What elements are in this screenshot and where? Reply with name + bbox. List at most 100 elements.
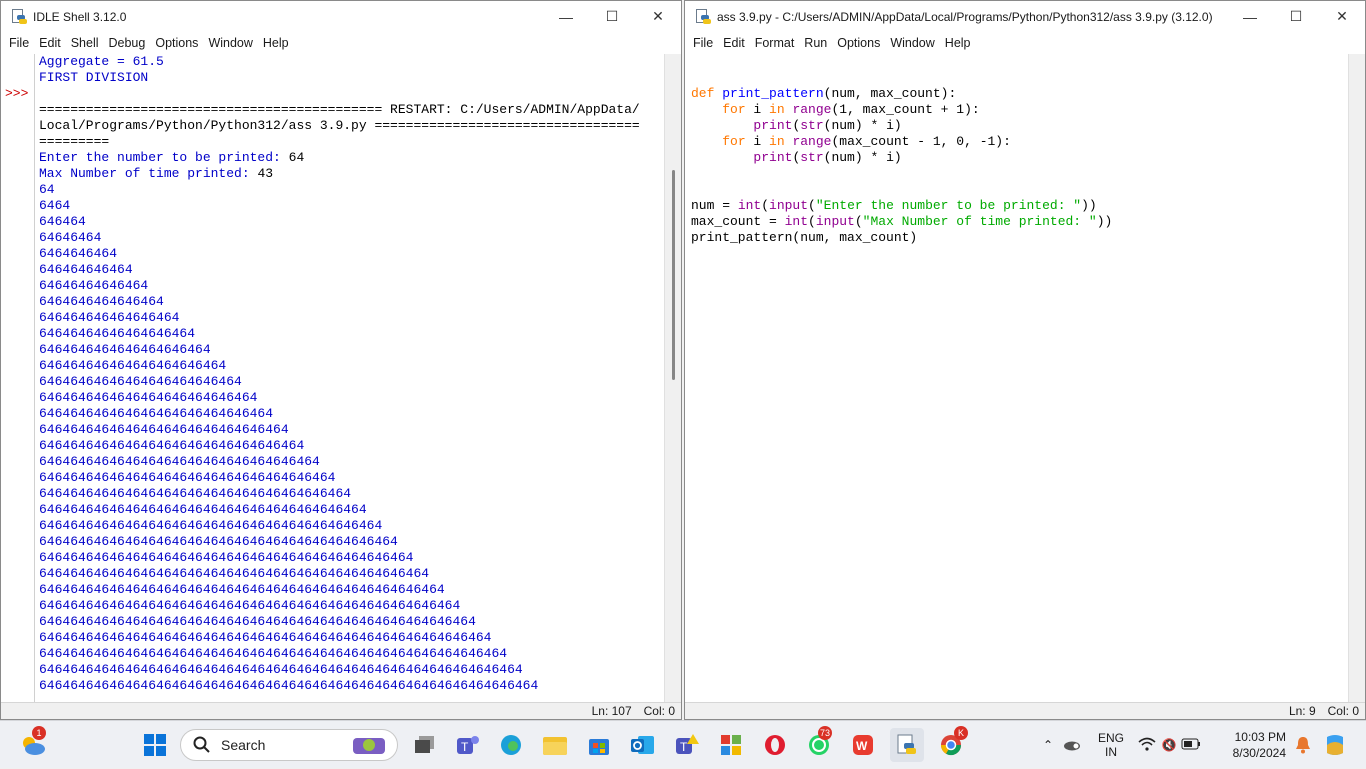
edge-icon[interactable]: [496, 730, 526, 760]
minimize-button[interactable]: —: [543, 1, 589, 32]
menu-edit[interactable]: Edit: [34, 36, 66, 50]
chrome-profile-badge: K: [954, 726, 968, 740]
code-line: for i in range(max_count - 1, 0, -1):: [722, 134, 1011, 149]
menu-options[interactable]: Options: [832, 36, 885, 50]
chevron-up-icon[interactable]: ⌃: [1038, 738, 1058, 752]
editor-text-area[interactable]: def print_pattern(num, max_count): for i…: [685, 54, 1365, 702]
shell-output-line: Local/Programs/Python/Python312/ass 3.9.…: [39, 118, 640, 133]
shell-titlebar[interactable]: IDLE Shell 3.12.0 — ☐ ✕: [1, 1, 681, 32]
weather-badge: 1: [32, 726, 46, 740]
wifi-icon[interactable]: [1136, 737, 1158, 754]
shell-output-line: ========================================…: [39, 102, 640, 117]
shell-output-line: Aggregate = 61.5: [39, 54, 164, 69]
editor-title: ass 3.9.py - C:/Users/ADMIN/AppData/Loca…: [717, 9, 1213, 24]
maximize-button[interactable]: ☐: [589, 1, 635, 32]
clock-date: 8/30/2024: [1232, 746, 1286, 760]
file-explorer-icon[interactable]: [540, 730, 570, 760]
clock-time: 10:03 PM: [1234, 730, 1286, 744]
menu-file[interactable]: File: [4, 36, 34, 50]
shell-output-line: 646464646464646464646464646464646464: [39, 454, 320, 469]
outlook-icon[interactable]: [628, 730, 658, 760]
speaker-muted-icon[interactable]: 🔇: [1158, 738, 1180, 752]
shell-output-line: 64646464646464646464646464: [39, 374, 242, 389]
shell-output-line: 6464646464646464646464646464: [39, 390, 258, 405]
shell-column-number: Col: 0: [643, 704, 675, 718]
taskbar: 1 Search T T 73 W K ⌃ ENG IN 🔇 10:03 PM 8…: [0, 720, 1366, 768]
office-app-icon[interactable]: [716, 730, 746, 760]
shell-text-area[interactable]: >>> Aggregate = 61.5 FIRST DIVISION =====…: [1, 54, 681, 702]
onedrive-icon[interactable]: [1058, 737, 1086, 754]
menu-shell[interactable]: Shell: [66, 36, 104, 50]
opera-icon[interactable]: [760, 730, 790, 760]
close-button[interactable]: ✕: [1319, 1, 1365, 32]
code-line: print_pattern(num, max_count): [691, 230, 918, 245]
taskbar-search[interactable]: Search: [180, 729, 398, 761]
menu-window[interactable]: Window: [203, 36, 257, 50]
menu-help[interactable]: Help: [940, 36, 976, 50]
shell-output-line: 6464646464646464646464646464646464646464…: [39, 646, 508, 661]
shell-output-line: 64: [39, 182, 55, 197]
idle-editor-window: ass 3.9.py - C:/Users/ADMIN/AppData/Loca…: [684, 0, 1366, 720]
shell-output-line: =========: [39, 134, 110, 149]
editor-menubar: File Edit Format Run Options Window Help: [685, 32, 1365, 54]
code-line: def print_pattern(num, max_count):: [691, 86, 957, 101]
idle-taskbar-icon[interactable]: [890, 728, 924, 762]
shell-output-line: 6464646464646464646464646464646464646464…: [39, 550, 414, 565]
shell-output-line: 6464646464646464646464646464646464646464…: [39, 630, 492, 645]
battery-icon[interactable]: [1180, 738, 1202, 753]
menu-debug[interactable]: Debug: [104, 36, 151, 50]
teams-icon[interactable]: T: [452, 730, 482, 760]
minimize-button[interactable]: —: [1227, 1, 1273, 32]
shell-output-line: 6464646464: [39, 246, 118, 261]
svg-text:T: T: [680, 740, 688, 754]
menu-window[interactable]: Window: [885, 36, 939, 50]
chrome-icon[interactable]: K: [936, 726, 968, 760]
shell-scrollbar[interactable]: [664, 54, 681, 702]
whatsapp-icon[interactable]: 73: [804, 726, 834, 760]
menu-edit[interactable]: Edit: [718, 36, 750, 50]
copilot-icon[interactable]: [1320, 730, 1350, 760]
menu-options[interactable]: Options: [150, 36, 203, 50]
menu-file[interactable]: File: [688, 36, 718, 50]
svg-text:T: T: [461, 740, 469, 754]
editor-titlebar[interactable]: ass 3.9.py - C:/Users/ADMIN/AppData/Loca…: [685, 1, 1365, 32]
shell-output-line: 6464646464646464646464646464646464646464…: [39, 614, 476, 629]
shell-output-line: 6464646464646464: [39, 294, 164, 309]
shell-output-line: Enter the number to be printed: 64: [39, 150, 305, 165]
store-icon[interactable]: [584, 730, 614, 760]
taskbar-clock[interactable]: 10:03 PM 8/30/2024: [1233, 729, 1286, 761]
shell-output-line: 64646464646464646464646464646464: [39, 422, 289, 437]
teams-work-icon[interactable]: T: [672, 730, 702, 760]
shell-output-line: 64646464646464646464646464646464646464: [39, 470, 336, 485]
shell-output-line: 6464646464646464646464646464646464646464…: [39, 534, 398, 549]
shell-output: Aggregate = 61.5 FIRST DIVISION =========…: [39, 54, 663, 702]
menu-run[interactable]: Run: [799, 36, 832, 50]
shell-prompt: >>>: [5, 86, 29, 101]
notification-bell-icon[interactable]: [1288, 730, 1318, 760]
editor-statusbar: Ln: 9 Col: 0: [685, 702, 1365, 719]
shell-output-line: 6464646464646464646464646464646464646464…: [39, 582, 445, 597]
shell-scroll-thumb[interactable]: [672, 170, 675, 380]
menu-format[interactable]: Format: [750, 36, 800, 50]
code-line: num = int(input("Enter the number to be …: [691, 198, 1097, 213]
start-button[interactable]: [140, 730, 170, 760]
weather-widget-icon[interactable]: 1: [18, 726, 48, 760]
code-line: for i in range(1, max_count + 1):: [722, 102, 980, 117]
system-tray: ⌃ ENG IN 🔇: [1038, 721, 1202, 769]
wps-office-icon[interactable]: W: [848, 730, 878, 760]
editor-scrollbar[interactable]: [1348, 54, 1365, 702]
shell-line-number: Ln: 107: [591, 704, 632, 718]
shell-prompt-sidebar: >>>: [1, 54, 35, 702]
shell-output-line: 6464646464646464646464646464646464646464…: [39, 662, 523, 677]
menu-help[interactable]: Help: [258, 36, 294, 50]
maximize-button[interactable]: ☐: [1273, 1, 1319, 32]
shell-output-line: 6464: [39, 198, 71, 213]
language-indicator[interactable]: ENG IN: [1086, 731, 1136, 759]
search-highlight-icon: [351, 734, 387, 759]
shell-output-line: 6464646464646464646464646464646464646464…: [39, 518, 383, 533]
task-view-icon[interactable]: [410, 730, 440, 760]
search-icon: [193, 736, 210, 753]
shell-output-line: [39, 86, 663, 102]
close-button[interactable]: ✕: [635, 1, 681, 32]
